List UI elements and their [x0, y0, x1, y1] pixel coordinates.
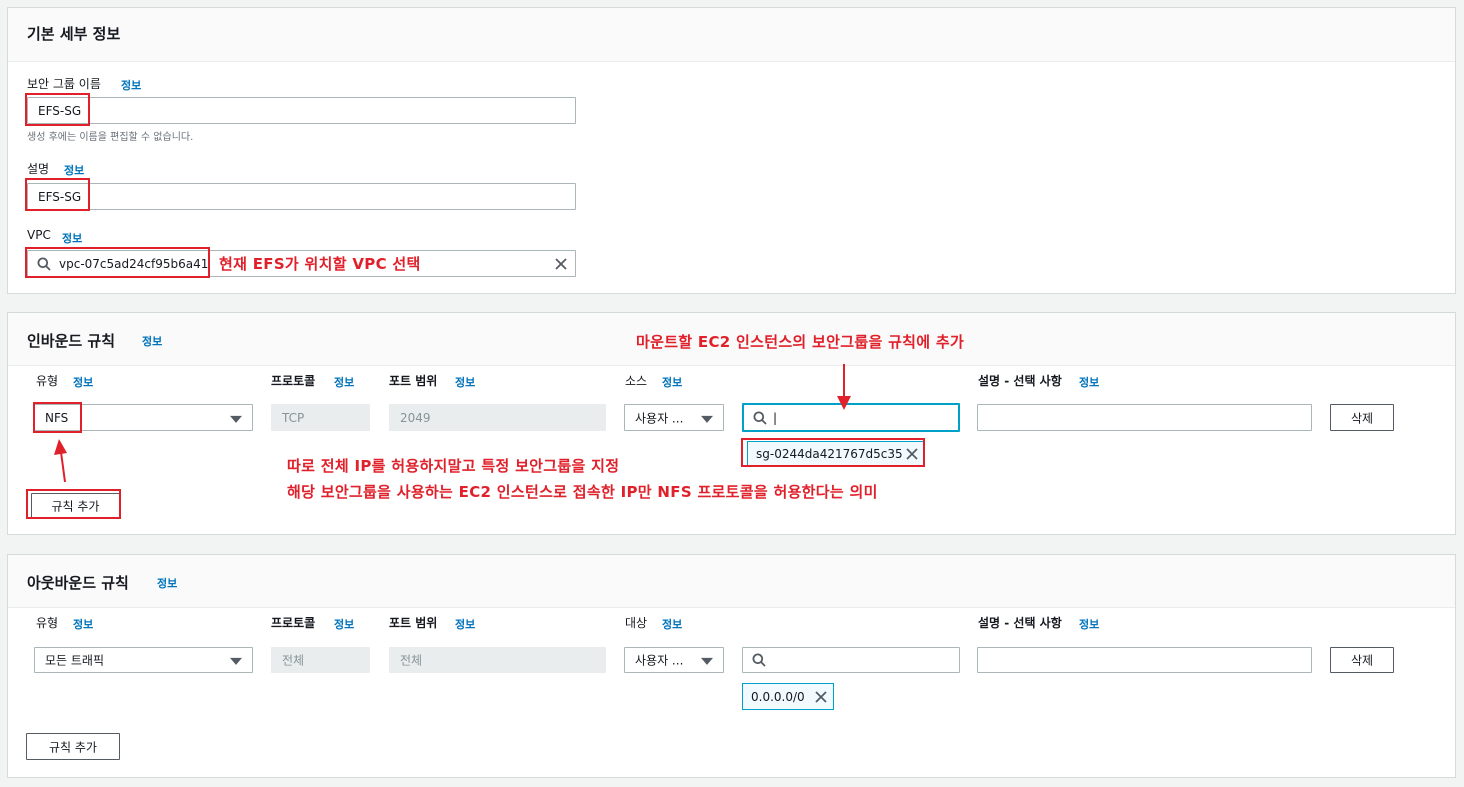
- arrow-to-type-select: [54, 439, 67, 483]
- arrow-to-source-search: [837, 364, 851, 410]
- annotation-arrows: [54, 364, 851, 483]
